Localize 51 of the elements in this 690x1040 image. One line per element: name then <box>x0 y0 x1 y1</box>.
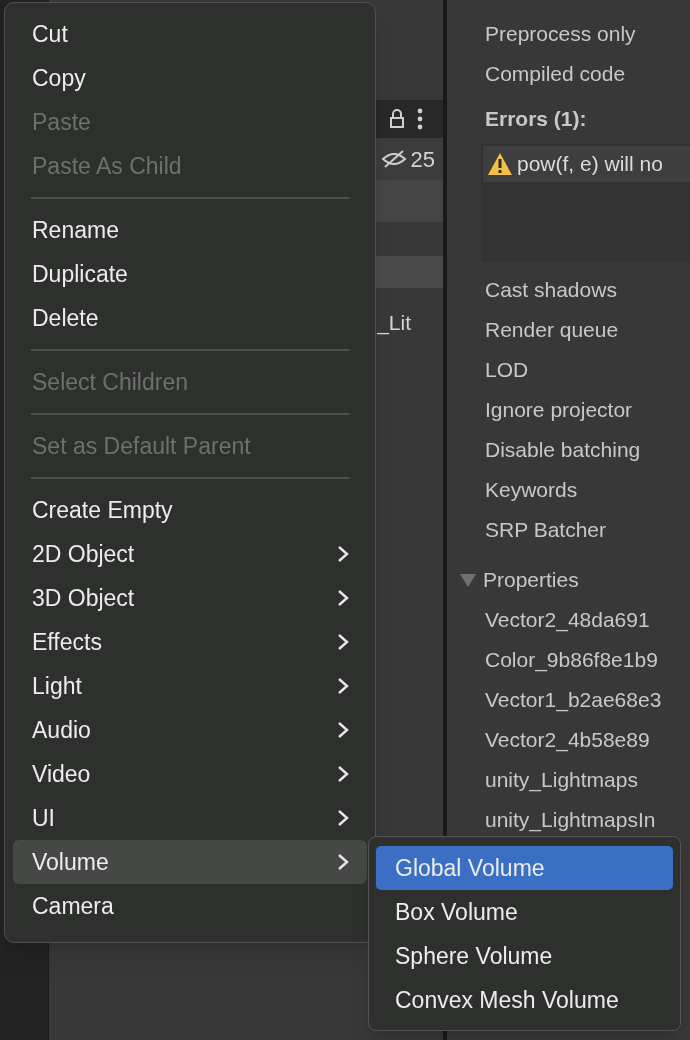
chevron-right-icon <box>337 809 349 827</box>
inspector-label: Disable batching <box>485 437 641 464</box>
menu-item[interactable]: Create Empty <box>13 488 367 532</box>
menu-item[interactable]: Delete <box>13 296 367 340</box>
menu-item[interactable]: Audio <box>13 708 367 752</box>
property-name: Vector1_b2ae68e3 <box>485 687 662 714</box>
visible-count: 25 <box>410 145 435 174</box>
inspector-label: Cast shadows <box>485 277 617 304</box>
chevron-right-icon <box>337 721 349 739</box>
menu-item[interactable]: Copy <box>13 56 367 100</box>
chevron-right-icon <box>337 633 349 651</box>
chevron-right-icon <box>337 765 349 783</box>
property-name: Vector2_4b58e89 <box>485 727 650 754</box>
inspector-label: Keywords <box>485 477 578 504</box>
chevron-right-icon <box>337 853 349 871</box>
inspector-label: LOD <box>485 357 529 384</box>
error-message: pow(f, e) will no <box>517 151 663 178</box>
errors-heading: Errors (1): <box>485 106 587 133</box>
submenu-item[interactable]: Global Volume <box>376 846 673 890</box>
lock-icon[interactable] <box>389 109 405 129</box>
submenu-item[interactable]: Box Volume <box>376 890 673 934</box>
menu-item[interactable]: Cut <box>13 12 367 56</box>
hierarchy-item[interactable]: _Lit <box>377 307 411 339</box>
menu-item[interactable]: Camera <box>13 884 367 928</box>
menu-item[interactable]: 2D Object <box>13 532 367 576</box>
property-name: unity_LightmapsIn <box>485 807 656 834</box>
menu-item[interactable]: Video <box>13 752 367 796</box>
menu-item[interactable]: Duplicate <box>13 252 367 296</box>
menu-item[interactable]: Volume <box>13 840 367 884</box>
inspector-label: Render queue <box>485 317 619 344</box>
chevron-right-icon <box>337 677 349 695</box>
menu-item[interactable]: UI <box>13 796 367 840</box>
inspector-label: Preprocess only <box>485 21 636 48</box>
property-name: Vector2_48da691 <box>485 607 650 634</box>
warning-icon <box>487 152 513 176</box>
inspector-label: Compiled code <box>485 61 626 88</box>
property-name: unity_Lightmaps <box>485 767 638 794</box>
more-options-icon[interactable] <box>417 108 423 130</box>
inspector-label: SRP Batcher <box>485 517 606 544</box>
submenu-item[interactable]: Convex Mesh Volume <box>376 978 673 1022</box>
property-name: Color_9b86f8e1b9 <box>485 647 658 674</box>
menu-item[interactable]: Light <box>13 664 367 708</box>
chevron-right-icon <box>337 545 349 563</box>
chevron-right-icon <box>337 589 349 607</box>
menu-item[interactable]: 3D Object <box>13 576 367 620</box>
inspector-label: Ignore projector <box>485 397 633 424</box>
menu-item[interactable]: Rename <box>13 208 367 252</box>
properties-foldout[interactable]: Properties <box>483 564 579 596</box>
menu-item[interactable]: Effects <box>13 620 367 664</box>
hidden-eye-icon[interactable] <box>380 149 407 169</box>
submenu-item[interactable]: Sphere Volume <box>376 934 673 978</box>
